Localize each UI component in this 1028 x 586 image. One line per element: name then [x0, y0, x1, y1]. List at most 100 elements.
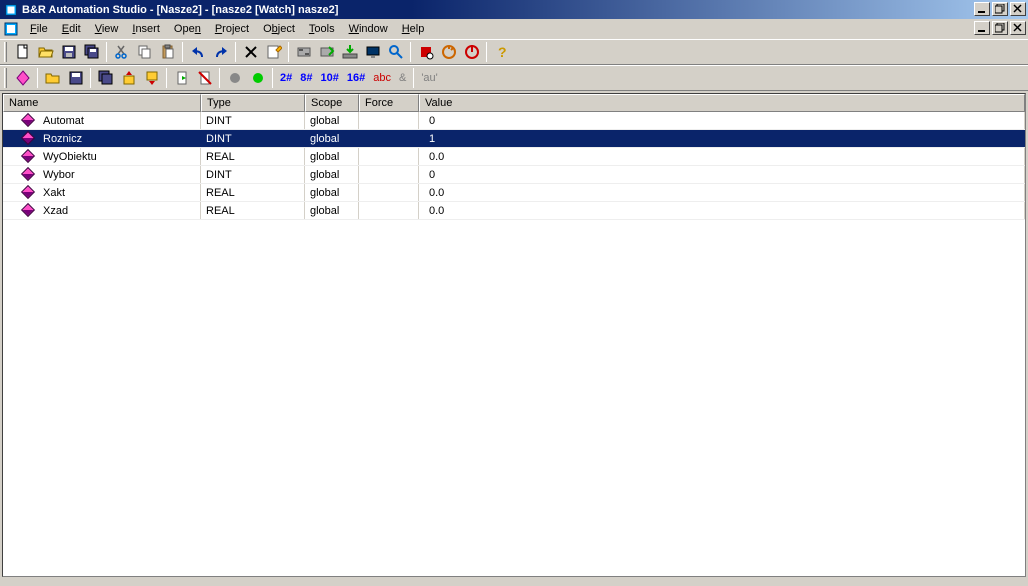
- menu-object[interactable]: ObjectObject: [256, 21, 302, 37]
- cut-button[interactable]: [110, 41, 133, 63]
- mdi-minimize-button[interactable]: [974, 21, 990, 35]
- cell-force[interactable]: [359, 166, 419, 183]
- column-header-force[interactable]: Force: [359, 94, 419, 112]
- format-hex-button[interactable]: 16#: [343, 67, 369, 89]
- format-amp-button[interactable]: &: [395, 67, 410, 89]
- cell-type[interactable]: DINT: [201, 130, 305, 147]
- menu-insert[interactable]: InsertInsert: [125, 21, 167, 37]
- table-row[interactable]: XzadREALglobal 0.0: [3, 202, 1025, 220]
- toolbar-watch: 2# 8# 10# 16# abc & 'au': [0, 65, 1028, 91]
- cell-scope[interactable]: global: [305, 130, 359, 147]
- format-decimal-button[interactable]: 10#: [317, 67, 343, 89]
- cell-scope[interactable]: global: [305, 202, 359, 219]
- format-binary-button[interactable]: 2#: [276, 67, 296, 89]
- column-header-type[interactable]: Type: [201, 94, 305, 112]
- mdi-child-icon[interactable]: [3, 21, 19, 37]
- column-header-name[interactable]: Name: [3, 94, 201, 112]
- close-button[interactable]: [1010, 2, 1026, 16]
- cell-force[interactable]: [359, 130, 419, 147]
- archive-up-button[interactable]: [117, 67, 140, 89]
- column-header-value[interactable]: Value: [419, 94, 1025, 112]
- monitor-button[interactable]: [361, 41, 384, 63]
- format-string-button[interactable]: abc: [369, 67, 395, 89]
- cell-force[interactable]: [359, 112, 419, 129]
- menu-file[interactable]: FFileile: [23, 21, 55, 37]
- build-button[interactable]: [292, 41, 315, 63]
- format-octal-button[interactable]: 8#: [296, 67, 316, 89]
- cell-name[interactable]: Roznicz: [3, 130, 201, 147]
- menu-window[interactable]: WindowWindow: [342, 21, 395, 37]
- stop-button[interactable]: [414, 41, 437, 63]
- menu-tools[interactable]: ToolsTools: [302, 21, 342, 37]
- cell-scope[interactable]: global: [305, 166, 359, 183]
- cell-force[interactable]: [359, 148, 419, 165]
- menu-edit[interactable]: EditEdit: [55, 21, 88, 37]
- delete-button[interactable]: [239, 41, 262, 63]
- archive-down-button[interactable]: [140, 67, 163, 89]
- toolbar-grip[interactable]: [4, 42, 7, 62]
- archive-button[interactable]: [94, 67, 117, 89]
- column-header-scope[interactable]: Scope: [305, 94, 359, 112]
- undo-button[interactable]: [186, 41, 209, 63]
- properties-button[interactable]: [262, 41, 285, 63]
- cell-type[interactable]: REAL: [201, 184, 305, 201]
- toolbar-separator: [413, 68, 414, 88]
- menu-help[interactable]: HelpHelp: [395, 21, 432, 37]
- cell-type[interactable]: REAL: [201, 148, 305, 165]
- cell-name[interactable]: Automat: [3, 112, 201, 129]
- cell-value[interactable]: 0: [419, 166, 1025, 183]
- cell-type[interactable]: DINT: [201, 112, 305, 129]
- menu-project[interactable]: ProjectProject: [208, 21, 256, 37]
- insert-variable-button[interactable]: [11, 67, 34, 89]
- cell-name[interactable]: Xakt: [3, 184, 201, 201]
- transfer-button[interactable]: [338, 41, 361, 63]
- table-row[interactable]: WyObiektuREALglobal 0.0: [3, 148, 1025, 166]
- cell-value[interactable]: 0: [419, 112, 1025, 129]
- cell-name[interactable]: Xzad: [3, 202, 201, 219]
- cell-value[interactable]: 0.0: [419, 202, 1025, 219]
- cell-force[interactable]: [359, 202, 419, 219]
- warmstart-button[interactable]: [437, 41, 460, 63]
- save-watch-button[interactable]: [64, 67, 87, 89]
- cell-value[interactable]: 0.0: [419, 148, 1025, 165]
- force-on-button[interactable]: [223, 67, 246, 89]
- cell-scope[interactable]: global: [305, 148, 359, 165]
- copy-button[interactable]: [133, 41, 156, 63]
- table-row[interactable]: RozniczDINTglobal 1: [3, 130, 1025, 148]
- toolbar-grip[interactable]: [4, 68, 7, 88]
- mdi-close-button[interactable]: [1010, 21, 1026, 35]
- cell-name[interactable]: WyObiektu: [3, 148, 201, 165]
- activate-force-button[interactable]: [170, 67, 193, 89]
- menu-bar: FFileile EditEdit ViewView InsertInsert …: [0, 19, 1028, 39]
- coldstart-button[interactable]: [460, 41, 483, 63]
- cell-force[interactable]: [359, 184, 419, 201]
- open-watch-button[interactable]: [41, 67, 64, 89]
- menu-open[interactable]: OpenOpen: [167, 21, 208, 37]
- cell-type[interactable]: REAL: [201, 202, 305, 219]
- find-button[interactable]: [384, 41, 407, 63]
- help-button[interactable]: ?: [490, 41, 513, 63]
- save-button[interactable]: [57, 41, 80, 63]
- table-row[interactable]: XaktREALglobal 0.0: [3, 184, 1025, 202]
- cell-type[interactable]: DINT: [201, 166, 305, 183]
- cell-name[interactable]: Wybor: [3, 166, 201, 183]
- save-all-button[interactable]: [80, 41, 103, 63]
- rebuild-button[interactable]: [315, 41, 338, 63]
- mdi-restore-button[interactable]: [992, 21, 1008, 35]
- cell-scope[interactable]: global: [305, 112, 359, 129]
- redo-button[interactable]: [209, 41, 232, 63]
- open-button[interactable]: [34, 41, 57, 63]
- deactivate-force-button[interactable]: [193, 67, 216, 89]
- restore-button[interactable]: [992, 2, 1008, 16]
- format-au-button[interactable]: 'au': [417, 67, 441, 89]
- force-off-button[interactable]: [246, 67, 269, 89]
- cell-value[interactable]: 1: [419, 130, 1025, 147]
- menu-view[interactable]: ViewView: [88, 21, 126, 37]
- table-row[interactable]: AutomatDINTglobal 0: [3, 112, 1025, 130]
- cell-value[interactable]: 0.0: [419, 184, 1025, 201]
- new-button[interactable]: [11, 41, 34, 63]
- cell-scope[interactable]: global: [305, 184, 359, 201]
- minimize-button[interactable]: [974, 2, 990, 16]
- paste-button[interactable]: [156, 41, 179, 63]
- table-row[interactable]: WyborDINTglobal 0: [3, 166, 1025, 184]
